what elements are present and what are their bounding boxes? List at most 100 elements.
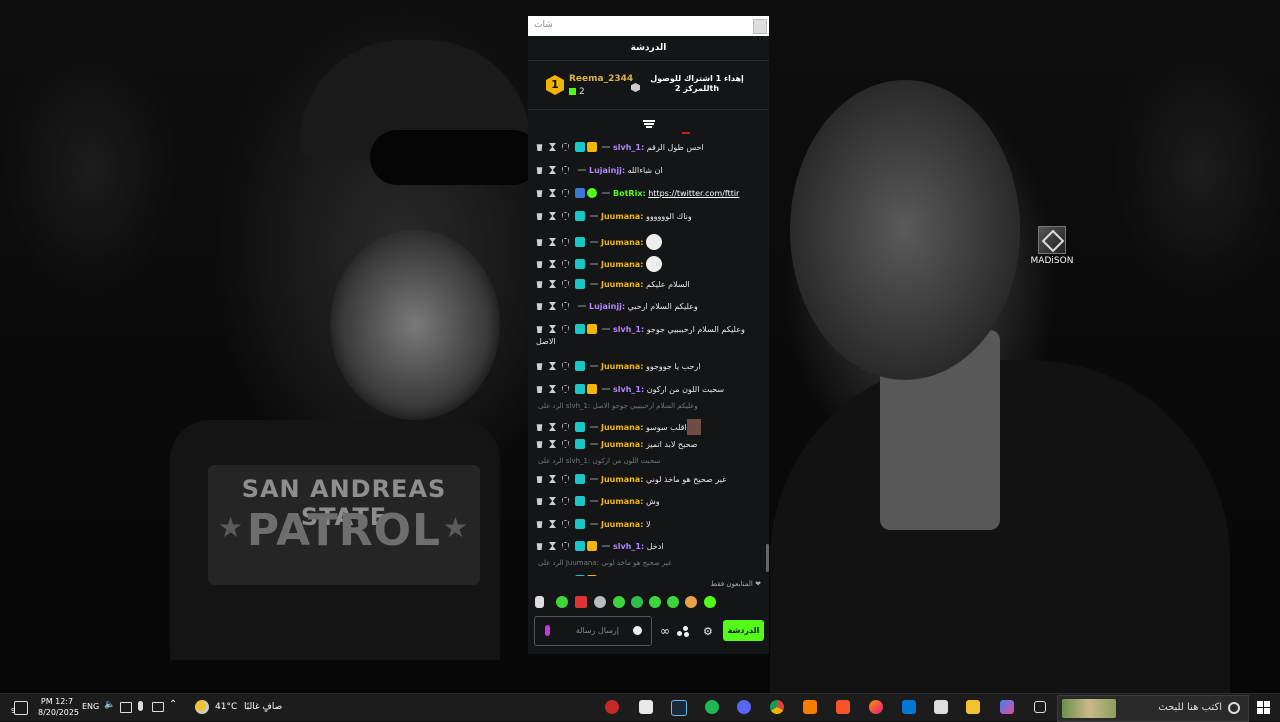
volume-icon[interactable]: 🔈 <box>104 700 115 710</box>
shield-icon[interactable] <box>562 542 569 550</box>
chevron-up-icon[interactable]: ⌃ <box>169 699 177 710</box>
chat-username[interactable]: slvh_1: <box>613 143 644 152</box>
app-icon-panel[interactable] <box>639 700 653 714</box>
trash-icon[interactable] <box>536 303 543 310</box>
chat-username[interactable]: Juumana: <box>601 212 643 221</box>
store-icon[interactable] <box>934 700 948 714</box>
shield-icon[interactable] <box>562 497 569 505</box>
desktop-shortcut[interactable]: MADiSON <box>1026 226 1078 266</box>
chat-message[interactable]: slvh_1: وعليكم السلام ارحبببيي جوجو <box>536 324 760 335</box>
chat-username[interactable]: slvh_1: <box>613 325 644 334</box>
shield-icon[interactable] <box>562 325 569 333</box>
chat-username[interactable]: Juumana: <box>601 362 643 371</box>
network-icon[interactable] <box>120 702 132 713</box>
emote-icon[interactable] <box>594 596 606 608</box>
infinity-icon[interactable]: ∞ <box>660 624 670 638</box>
chat-message[interactable]: Juumana: السلام عليكم <box>536 279 760 290</box>
emote-icon[interactable] <box>575 596 587 608</box>
chat-message[interactable]: slvh_1: اكيد <box>536 575 760 576</box>
chat-username[interactable]: slvh_1: <box>613 542 644 551</box>
shield-icon[interactable] <box>562 302 569 310</box>
hourglass-icon[interactable] <box>549 423 556 431</box>
chat-scrollbar[interactable] <box>766 544 769 572</box>
hourglass-icon[interactable] <box>549 212 556 220</box>
chat-message[interactable]: Lujainjj: وعليكم السلام ارحبي <box>536 301 760 312</box>
brave-icon[interactable] <box>836 700 850 714</box>
shield-icon[interactable] <box>562 143 569 151</box>
chat-message[interactable]: slvh_1: سحبت اللون من اركون <box>536 384 760 395</box>
trash-icon[interactable] <box>536 386 543 393</box>
chat-message[interactable]: Juumana: اقلب سوسو <box>536 419 760 435</box>
shield-icon[interactable] <box>562 423 569 431</box>
chat-message[interactable]: Juumana: ارحب يا جووجوو <box>536 361 760 372</box>
window-control-button[interactable] <box>753 19 767 34</box>
trash-icon[interactable] <box>536 498 543 505</box>
emoji-picker-icon[interactable] <box>633 626 642 635</box>
chat-username[interactable]: Lujainjj: <box>589 166 625 175</box>
hourglass-icon[interactable] <box>549 325 556 333</box>
chat-message[interactable]: Juumana: صحيح لابد اتميز <box>536 439 760 450</box>
file-explorer-icon[interactable] <box>966 700 980 714</box>
weather-icon[interactable] <box>195 700 209 714</box>
hourglass-icon[interactable] <box>549 520 556 528</box>
chat-message[interactable]: Juumana: <box>536 234 760 250</box>
hourglass-icon[interactable] <box>549 280 556 288</box>
copilot-icon[interactable] <box>1000 700 1014 714</box>
hourglass-icon[interactable] <box>549 542 556 550</box>
chat-message[interactable]: BotRix: https://twitter.com/fttir <box>536 188 760 199</box>
emote-icon[interactable] <box>667 596 679 608</box>
emote-icon[interactable] <box>535 596 544 608</box>
emote-icon[interactable] <box>649 596 661 608</box>
microphone-icon[interactable] <box>545 625 550 636</box>
trash-icon[interactable] <box>536 261 543 268</box>
task-view-icon[interactable] <box>1034 701 1046 713</box>
app-icon-purple[interactable] <box>737 700 751 714</box>
chat-message[interactable]: slvh_1: ادخل <box>536 541 760 552</box>
hourglass-icon[interactable] <box>549 475 556 483</box>
message-link[interactable]: https://twitter.com/fttir <box>648 189 739 198</box>
camera-icon[interactable] <box>152 702 164 712</box>
hourglass-icon[interactable] <box>549 166 556 174</box>
notification-center-icon[interactable]: 9 <box>11 701 28 715</box>
shield-icon[interactable] <box>562 520 569 528</box>
emote-icon[interactable] <box>631 596 643 608</box>
shield-icon[interactable] <box>562 362 569 370</box>
emote-icon[interactable] <box>556 596 568 608</box>
microphone-icon[interactable] <box>138 701 143 711</box>
trash-icon[interactable] <box>536 167 543 174</box>
chrome-icon[interactable] <box>770 700 784 714</box>
trash-icon[interactable] <box>536 281 543 288</box>
trash-icon[interactable] <box>536 144 543 151</box>
trash-icon[interactable] <box>536 239 543 246</box>
emote-icon[interactable] <box>685 596 697 608</box>
taskbar-search[interactable]: اكتب هنا للبحث <box>1057 695 1249 722</box>
windows-start-icon[interactable] <box>1257 701 1271 715</box>
trash-icon[interactable] <box>536 476 543 483</box>
language-indicator[interactable]: ENG <box>82 702 99 711</box>
chat-username[interactable]: Juumana: <box>601 497 643 506</box>
chat-username[interactable]: Juumana: <box>601 520 643 529</box>
shield-icon[interactable] <box>562 475 569 483</box>
hourglass-icon[interactable] <box>549 143 556 151</box>
shield-icon[interactable] <box>562 260 569 268</box>
chat-username[interactable]: Juumana: <box>601 440 643 449</box>
gear-icon[interactable]: ⚙ <box>703 625 713 638</box>
chat-username[interactable]: Juumana: <box>601 280 643 289</box>
chat-message[interactable]: Juumana: غير صحيح هو ماخذ لوني <box>536 474 760 485</box>
share-icon[interactable] <box>677 626 689 637</box>
app-icon-red[interactable] <box>605 700 619 714</box>
chat-message[interactable]: Juumana: وناك الوووووو <box>536 211 760 222</box>
chat-username[interactable]: Juumana: <box>601 423 643 432</box>
chat-message[interactable]: Lujainjj: ان شاءالله <box>536 165 760 176</box>
trash-icon[interactable] <box>536 441 543 448</box>
hourglass-icon[interactable] <box>549 238 556 246</box>
temperature[interactable]: 41°C <box>215 702 237 712</box>
chat-message[interactable]: slvh_1: احس طول الرقم <box>536 142 760 153</box>
chat-username[interactable]: Juumana: <box>601 475 643 484</box>
trash-icon[interactable] <box>536 213 543 220</box>
chat-username[interactable]: BotRix: <box>613 189 646 198</box>
top-gifter-name[interactable]: Reema_2344 <box>569 74 633 84</box>
firefox-icon[interactable] <box>869 700 883 714</box>
chat-username[interactable]: Lujainjj: <box>589 302 625 311</box>
hourglass-icon[interactable] <box>549 497 556 505</box>
